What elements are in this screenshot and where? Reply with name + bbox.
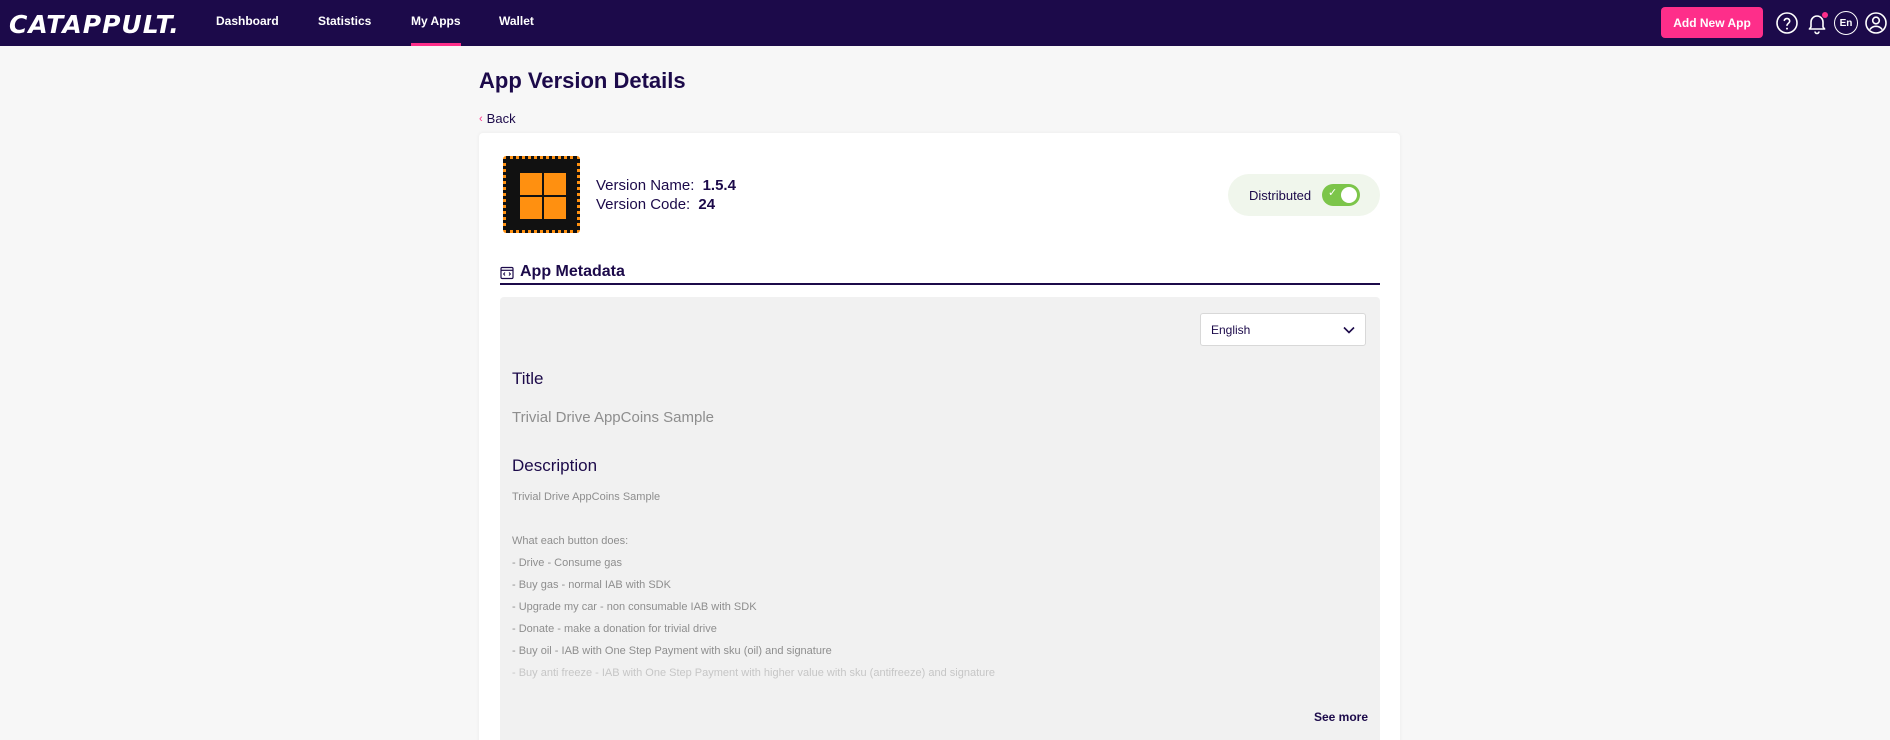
notification-dot — [1822, 12, 1828, 18]
back-link[interactable]: ‹ Back — [479, 111, 516, 126]
version-code-value: 24 — [698, 196, 716, 213]
version-name-label: Version Name: — [596, 177, 695, 194]
app-metadata-heading: App Metadata — [520, 263, 625, 280]
nav-link-my-apps[interactable]: My Apps — [411, 0, 461, 46]
app-metadata-header: App Metadata — [500, 263, 1380, 285]
app-icon — [503, 156, 580, 233]
distributed-label: Distributed — [1249, 187, 1312, 203]
version-code-row: Version Code: 24 — [596, 196, 715, 213]
account-icon[interactable] — [1864, 11, 1888, 35]
description-label: Description — [512, 456, 598, 475]
page-title: App Version Details — [479, 68, 686, 93]
title-label: Title — [512, 369, 544, 388]
distributed-pill: Distributed ✓ — [1228, 174, 1380, 216]
nav-link-wallet[interactable]: Wallet — [499, 0, 534, 46]
language-icon[interactable]: En — [1834, 11, 1858, 35]
toggle-knob — [1341, 187, 1357, 203]
check-icon: ✓ — [1328, 187, 1338, 199]
app-icon-square — [544, 197, 566, 219]
version-name-value: 1.5.4 — [702, 177, 736, 194]
language-short-label: En — [1839, 17, 1853, 29]
nav-link-statistics[interactable]: Statistics — [318, 0, 371, 46]
back-label: Back — [486, 111, 516, 126]
app-icon-square — [520, 197, 542, 219]
help-icon[interactable] — [1775, 11, 1799, 35]
version-name-row: Version Name: 1.5.4 — [596, 177, 736, 194]
description-line: - Donate - make a donation for trivial d… — [512, 623, 717, 635]
distributed-toggle[interactable]: ✓ — [1322, 184, 1360, 206]
app-icon-square — [544, 173, 566, 195]
description-line: - Buy anti freeze - IAB with One Step Pa… — [512, 667, 996, 679]
top-nav: CATAPPULT. Dashboard Statistics My Apps … — [0, 0, 1890, 46]
description-line: - Buy oil - IAB with One Step Payment wi… — [512, 645, 832, 657]
description-line: - Buy gas - normal IAB with SDK — [512, 579, 671, 591]
catappult-logo[interactable]: CATAPPULT. — [9, 10, 180, 39]
description-line: Trivial Drive AppCoins Sample — [512, 491, 661, 503]
description-line: - Drive - Consume gas — [512, 557, 623, 569]
language-select-value: English — [1211, 322, 1251, 337]
title-value: Trivial Drive AppCoins Sample — [512, 409, 715, 426]
nav-link-dashboard[interactable]: Dashboard — [216, 0, 279, 46]
app-icon-square — [520, 173, 542, 195]
version-code-label: Version Code: — [596, 196, 691, 213]
description-line: - Upgrade my car - non consumable IAB wi… — [512, 601, 757, 613]
add-new-app-button[interactable]: Add New App — [1661, 7, 1763, 38]
chevron-down-icon — [1343, 326, 1355, 334]
see-more-link[interactable]: See more — [1314, 710, 1368, 724]
description-line: What each button does: — [512, 535, 629, 547]
chevron-left-icon: ‹ — [479, 112, 483, 125]
code-window-icon — [500, 266, 514, 280]
language-select[interactable]: English — [1200, 313, 1366, 346]
